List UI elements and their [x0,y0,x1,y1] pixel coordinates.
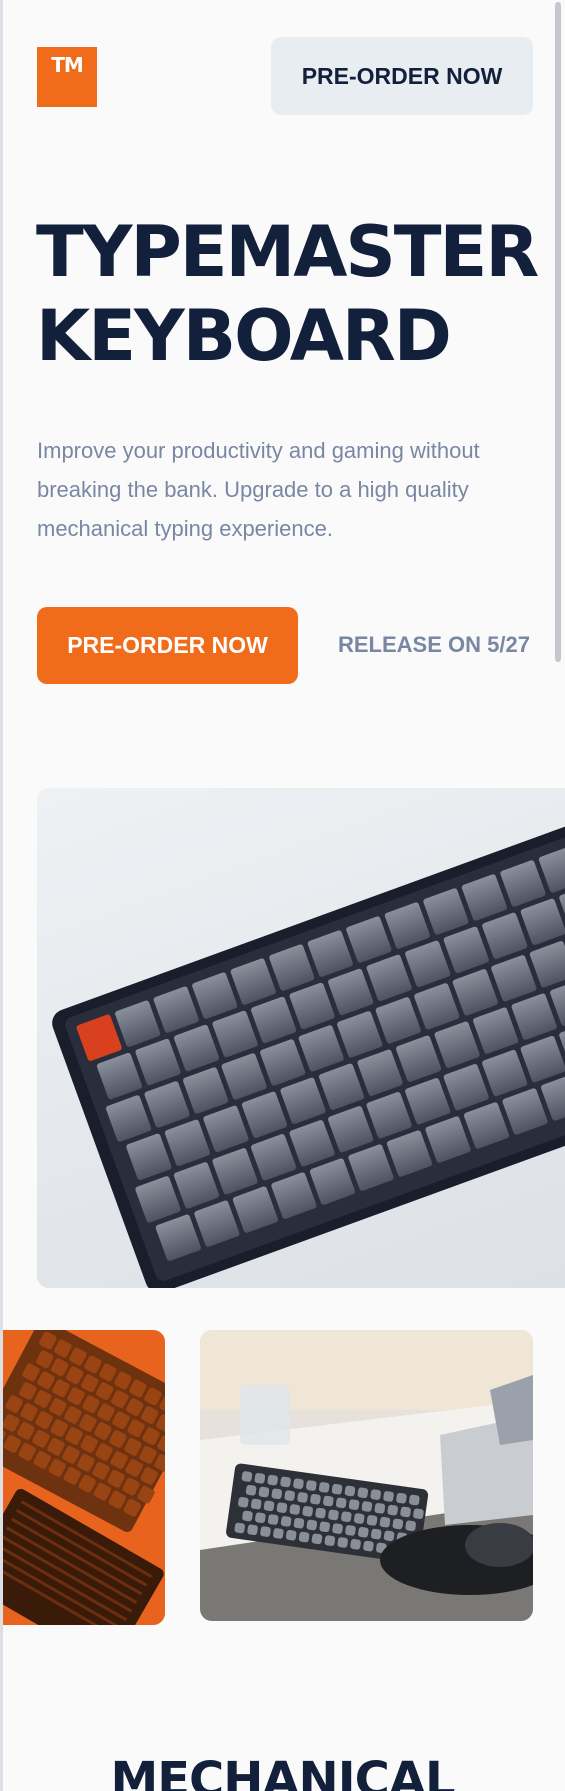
keycap [267,1474,278,1486]
keycap [328,1509,339,1521]
hero-title-line1: TYPEMASTER [36,211,539,293]
desk-keyboard-thumbnail[interactable] [200,1330,533,1621]
hero-description: Improve your productivity and gaming wit… [37,438,480,541]
keycap [409,1494,420,1506]
keycap [387,1504,398,1516]
keycap [324,1535,336,1546]
keycap [247,1524,258,1536]
header-preorder-label: PRE-ORDER NOW [301,62,503,89]
release-date-text: RELEASE ON 5/27 [338,632,530,657]
keycap [357,1487,369,1499]
orange-keyboard-thumbnail[interactable] [3,1330,165,1625]
keycap [245,1484,257,1496]
keycap [319,1521,330,1533]
keycap [255,1512,266,1524]
keycap [335,1497,347,1509]
desk-keyboard-illustration [200,1330,533,1621]
keycap [405,1520,416,1532]
keycap [293,1478,304,1490]
keycap [242,1510,253,1522]
keycap [361,1501,373,1512]
keycap [370,1489,381,1500]
keycap [241,1471,253,1482]
keycap [350,1539,361,1550]
keycap [280,1516,292,1527]
keycap [400,1506,411,1518]
keyboard-illustration [52,806,565,1288]
keycap [344,1485,356,1497]
keycap [323,1495,334,1507]
keycap [392,1518,404,1530]
keycap [289,1504,301,1515]
keycap [366,1515,378,1526]
keycap [302,1506,313,1517]
logo-text: TM [51,53,84,77]
keycap [284,1490,295,1501]
keycap [341,1511,352,1522]
keycap [306,1519,318,1531]
logo[interactable]: TM [37,47,97,107]
keycap [293,1517,305,1529]
keycap [383,1491,394,1502]
keycap [358,1526,369,1538]
keycap [374,1503,386,1514]
keycap [276,1502,288,1513]
keycap [273,1528,284,1539]
keycap [238,1496,249,1508]
hero-preorder-button[interactable]: PRE-ORDER NOW [37,607,298,684]
features-title: MECHANICAL [110,1752,455,1791]
keycap [267,1514,279,1525]
orange-keyboard-illustration [3,1330,165,1625]
keycap [332,1523,343,1534]
keycap [370,1528,382,1540]
keycap [337,1537,348,1548]
keycap [318,1482,330,1493]
keycap [254,1473,266,1484]
keycap [311,1533,323,1545]
hero-preorder-label: PRE-ORDER NOW [67,632,268,658]
keycap [285,1529,297,1541]
keycap [298,1531,310,1543]
header-preorder-button[interactable]: PRE-ORDER NOW [271,37,533,115]
keycap [250,1498,262,1510]
keycap [310,1494,321,1505]
keycap [383,1530,395,1542]
keycap [258,1486,270,1498]
keycap [353,1513,365,1524]
keycap [345,1525,356,1536]
keycap [413,1508,424,1519]
keycap [280,1476,291,1488]
keycap [260,1526,271,1537]
hero-title: TYPEMASTER KEYBOARD [36,210,539,378]
keycap [396,1492,407,1504]
keycap [379,1516,391,1528]
keycap [331,1483,343,1495]
keyboard-product-image [37,788,565,1288]
keycap [263,1500,275,1512]
keycap [271,1488,283,1500]
keycap [306,1480,317,1491]
keycap [234,1522,245,1534]
hero-title-line2: KEYBOARD [36,295,452,377]
keycap [297,1492,308,1503]
scrollbar[interactable] [555,2,561,662]
keycap [348,1499,360,1510]
keycap [363,1540,374,1552]
keycap [315,1507,326,1519]
